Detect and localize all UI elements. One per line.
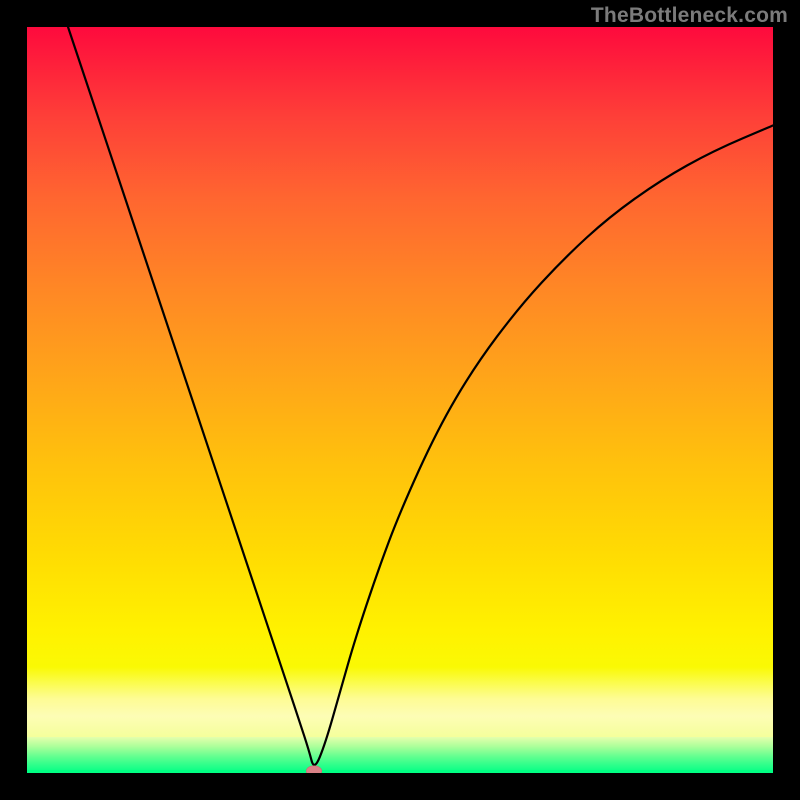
watermark-text: TheBottleneck.com <box>591 4 788 28</box>
plot-area <box>27 27 773 773</box>
minimum-marker <box>306 765 322 773</box>
curve-layer <box>27 27 773 773</box>
chart-frame: TheBottleneck.com <box>0 0 800 800</box>
bottleneck-curve <box>68 27 773 765</box>
